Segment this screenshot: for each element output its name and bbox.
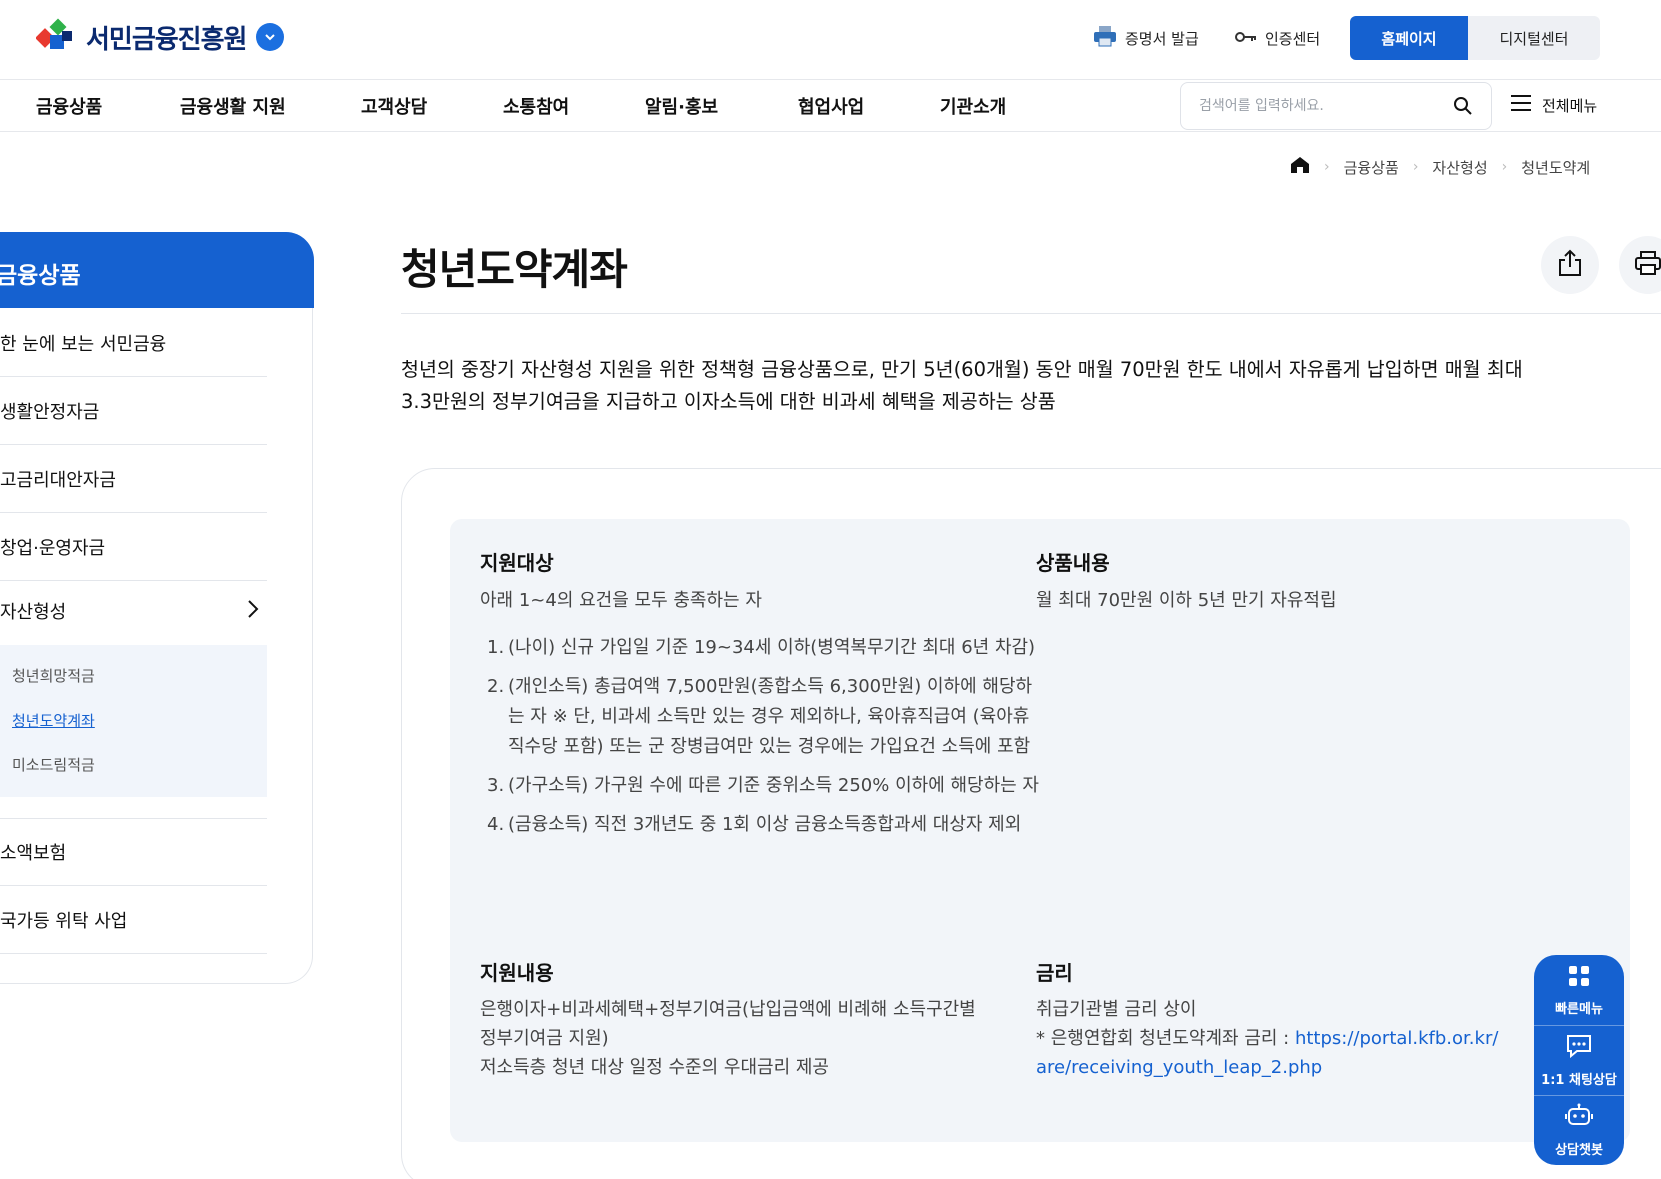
- quick-menu-button[interactable]: 빠른메뉴: [1534, 955, 1624, 1025]
- key-icon: [1235, 29, 1257, 47]
- sidebar-item-overview[interactable]: 한 눈에 보는 서민금융: [0, 309, 267, 377]
- list-item-text: (개인소득) 총급여액 7,500만원(종합소득 6,300만원) 이하에 해당…: [508, 676, 1033, 757]
- sidebar-item-asset[interactable]: 자산형성: [0, 577, 267, 645]
- digital-center-button[interactable]: 디지털센터: [1468, 16, 1600, 60]
- sidebar-item-living-fund[interactable]: 생활안정자금: [0, 377, 267, 445]
- certificate-label: 증명서 발급: [1125, 29, 1199, 48]
- logo-mark-icon: [35, 17, 76, 57]
- chatbot-button[interactable]: 상담챗봇: [1534, 1095, 1624, 1165]
- print-icon: [1634, 250, 1661, 280]
- auth-center-label: 인증센터: [1265, 29, 1321, 48]
- quick-menu: 빠른메뉴 1:1 채팅상담 상담챗봇: [1534, 955, 1624, 1165]
- chevron-right-icon: ›: [1501, 159, 1508, 175]
- list-item-number: 4.: [487, 814, 505, 835]
- sidebar-submenu: 청년희망적금 청년도약계좌 미소드림적금: [0, 645, 267, 797]
- list-item: 1. (나이) 신규 가입일 기준 19~34세 이하(병역복무기간 최대 6년…: [484, 633, 1044, 663]
- kfb-rate-link-cont[interactable]: are/receiving_youth_leap_2.php: [1036, 1053, 1536, 1082]
- sidebar-item-startup-fund[interactable]: 창업·운영자금: [0, 513, 267, 581]
- grid-icon: [1567, 964, 1591, 992]
- print-button[interactable]: [1619, 236, 1661, 294]
- site-logo[interactable]: 서민금융진흥원: [35, 12, 285, 62]
- side-nav: 금융상품 한 눈에 보는 서민금융 생활안정자금 고금리대안자금 창업·운영자금…: [0, 232, 314, 984]
- list-item-number: 2.: [487, 676, 505, 697]
- intro-line: 청년의 중장기 자산형성 지원을 위한 정책형 금융상품으로, 만기 5년(60…: [401, 358, 1523, 381]
- auth-center-link[interactable]: 인증센터: [1235, 16, 1320, 60]
- sidebar-subitem-youth-leap[interactable]: 청년도약계좌: [12, 710, 95, 731]
- search-icon[interactable]: [1453, 96, 1473, 120]
- hamburger-icon: [1510, 94, 1532, 116]
- support-content-line: 정부기여금 지원): [480, 1028, 609, 1049]
- rate-line: 취급기관별 금리 상이: [1036, 999, 1197, 1020]
- logo-text: 서민금융진흥원: [86, 24, 247, 55]
- chevron-down-icon[interactable]: [256, 23, 285, 51]
- all-menu-button[interactable]: 전체메뉴: [1510, 94, 1597, 116]
- product-intro: 청년의 중장기 자산형성 지원을 위한 정책형 금융상품으로, 만기 5년(60…: [401, 354, 1661, 418]
- chevron-right-icon: [247, 599, 259, 624]
- product-content-desc: 월 최대 70만원 이하 5년 만기 자유적립: [1036, 590, 1337, 611]
- list-item-text: (나이) 신규 가입일 기준 19~34세 이하(병역복무기간 최대 6년 차감…: [508, 637, 1036, 658]
- rate-line: * 은행연합회 청년도약계좌 금리 : https://portal.kfb.o…: [1036, 1024, 1536, 1053]
- rate-title: 금리: [1036, 961, 1073, 985]
- support-target-desc: 아래 1~4의 요건을 모두 충족하는 자: [480, 590, 762, 611]
- rate-prefix: * 은행연합회 청년도약계좌 금리 :: [1036, 1028, 1295, 1049]
- support-content-line: 은행이자+비과세혜택+정부기여금(납입금액에 비례해 소득구간별: [480, 999, 976, 1020]
- support-content-title: 지원내용: [480, 961, 554, 985]
- support-content-line: 저소득층 청년 대상 일정 수준의 우대금리 제공: [480, 1057, 829, 1078]
- gnb-item-participation[interactable]: 소통참여: [503, 93, 569, 119]
- sidebar-subitem-miso-dream[interactable]: 미소드림적금: [12, 754, 95, 775]
- list-item: 2. (개인소득) 총급여액 7,500만원(종합소득 6,300만원) 이하에…: [484, 672, 1044, 762]
- page-title: 청년도약계좌: [401, 245, 628, 294]
- gnb-item-cooperation[interactable]: 협업사업: [798, 93, 864, 119]
- sidebar-item-national-consign[interactable]: 국가등 위탁 사업: [0, 886, 267, 954]
- gnb-item-consulting[interactable]: 고객상담: [361, 93, 427, 119]
- search-input[interactable]: [1199, 98, 1439, 114]
- list-item-number: 3.: [487, 775, 505, 796]
- breadcrumb-item[interactable]: 금융상품: [1344, 157, 1399, 178]
- gnb-item-life-support[interactable]: 금융생활 지원: [180, 93, 286, 119]
- requirement-list: 1. (나이) 신규 가입일 기준 19~34세 이하(병역복무기간 최대 6년…: [484, 633, 1044, 849]
- kfb-rate-link[interactable]: https://portal.kfb.or.kr/: [1295, 1028, 1498, 1049]
- intro-line: 3.3만원의 정부기여금을 지급하고 이자소득에 대한 비과세 혜택을 제공하는…: [401, 390, 1056, 413]
- list-item-text: (가구소득) 가구원 수에 따른 기준 중위소득 250% 이하에 해당하는 자: [508, 775, 1039, 796]
- breadcrumb-item[interactable]: 자산형성: [1432, 157, 1487, 178]
- home-icon[interactable]: [1290, 156, 1310, 178]
- support-target-title: 지원대상: [480, 551, 554, 575]
- breadcrumb: › 금융상품 › 자산형성 › 청년도약계: [1290, 154, 1590, 180]
- support-content-desc: 은행이자+비과세혜택+정부기여금(납입금액에 비례해 소득구간별 정부기여금 지…: [480, 995, 1020, 1082]
- sidebar-subitem-youth-hope[interactable]: 청년희망적금: [12, 665, 95, 686]
- sidebar-item-label: 자산형성: [0, 602, 67, 623]
- breadcrumb-item[interactable]: 청년도약계: [1521, 157, 1590, 178]
- chat-bubble-icon: [1565, 1033, 1593, 1063]
- homepage-button[interactable]: 홈페이지: [1350, 16, 1468, 60]
- sidebar-item-micro-insurance[interactable]: 소액보험: [0, 818, 267, 886]
- gnb-item-products[interactable]: 금융상품: [36, 93, 102, 119]
- certificate-link[interactable]: 증명서 발급: [1093, 16, 1199, 60]
- title-divider: [401, 313, 1661, 314]
- printer-icon: [1093, 25, 1117, 51]
- robot-icon: [1565, 1103, 1593, 1133]
- chevron-right-icon: ›: [1412, 159, 1419, 175]
- product-content-title: 상품내용: [1036, 551, 1110, 575]
- list-item: 4. (금융소득) 직전 3개년도 중 1회 이상 금융소득종합과세 대상자 제…: [484, 810, 1044, 840]
- gnb-item-news[interactable]: 알림·홍보: [645, 93, 718, 119]
- list-item-number: 1.: [487, 637, 505, 658]
- chevron-right-icon: ›: [1324, 159, 1330, 175]
- rate-desc: 취급기관별 금리 상이 * 은행연합회 청년도약계좌 금리 : https://…: [1036, 995, 1536, 1082]
- share-button[interactable]: [1541, 236, 1599, 294]
- search-box: [1180, 82, 1492, 130]
- list-item: 3. (가구소득) 가구원 수에 따른 기준 중위소득 250% 이하에 해당하…: [484, 771, 1044, 801]
- gnb-item-about[interactable]: 기관소개: [940, 93, 1006, 119]
- chat-consult-button[interactable]: 1:1 채팅상담: [1534, 1025, 1624, 1095]
- all-menu-label: 전체메뉴: [1542, 96, 1598, 115]
- share-icon: [1557, 249, 1583, 281]
- list-item-text: (금융소득) 직전 3개년도 중 1회 이상 금융소득종합과세 대상자 제외: [508, 814, 1022, 835]
- side-nav-title: 금융상품: [0, 232, 314, 308]
- chatbot-label: 상담챗봇: [1555, 1142, 1603, 1158]
- sidebar-item-alt-loan[interactable]: 고금리대안자금: [0, 445, 267, 513]
- top-bar: 서민금융진흥원 증명서 발급 인증센터 홈페이지 디지털센터: [0, 0, 1661, 80]
- chat-consult-label: 1:1 채팅상담: [1541, 1072, 1617, 1088]
- quick-menu-label: 빠른메뉴: [1555, 1001, 1603, 1017]
